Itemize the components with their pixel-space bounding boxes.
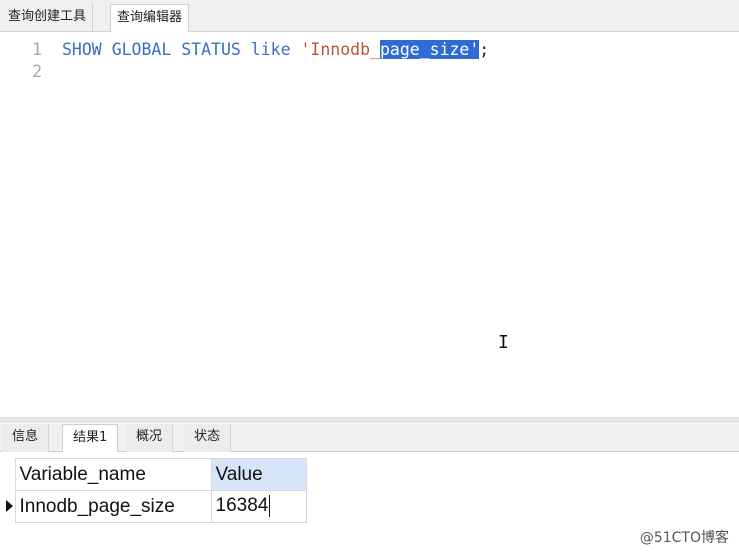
result-grid: Variable_name Value Innodb_page_size 163… <box>5 458 307 523</box>
watermark: @51CTO博客 <box>639 530 729 546</box>
row-header-corner <box>5 458 15 491</box>
cell-value-text: 16384 <box>215 495 269 517</box>
sql-editor[interactable]: 1 SHOW GLOBAL STATUS like 'Innodb_page_si… <box>0 33 739 417</box>
string-literal: Innodb_ <box>310 40 380 59</box>
selected-text: page_size' <box>379 40 480 59</box>
result-tab-strip: 信息 结果1 概况 状态 <box>0 422 739 453</box>
tab-status[interactable]: 状态 <box>184 424 232 452</box>
keyword-global: GLOBAL <box>111 40 172 59</box>
column-header-variable-name[interactable]: Variable_name <box>14 458 212 491</box>
result-grid-panel: Variable_name Value Innodb_page_size 163… <box>0 452 739 556</box>
row-indicator[interactable] <box>5 491 15 523</box>
tab-result-1[interactable]: 结果1 <box>62 424 119 453</box>
code-line-1[interactable]: 1 SHOW GLOBAL STATUS like 'Innodb_page_si… <box>0 39 489 61</box>
statement-terminator: ; <box>479 40 490 59</box>
editor-tab-strip: 查询创建工具 查询编辑器 <box>0 0 739 33</box>
string-quote-open: ' <box>300 40 311 59</box>
keyword-like: like <box>250 40 291 59</box>
keyword-status: STATUS <box>181 40 241 59</box>
tab-profile[interactable]: 概况 <box>126 424 174 452</box>
line-number: 2 <box>32 62 42 81</box>
keyword-show: SHOW <box>62 40 102 59</box>
cell-value[interactable]: 16384 <box>210 490 307 523</box>
tab-query-editor[interactable]: 查询编辑器 <box>110 4 190 33</box>
tab-messages[interactable]: 信息 <box>2 424 50 452</box>
tab-query-builder[interactable]: 查询创建工具 <box>2 4 94 32</box>
cell-variable-name[interactable]: Innodb_page_size <box>14 490 212 523</box>
line-number: 1 <box>32 40 42 59</box>
code-line-2[interactable]: 2 <box>0 61 62 83</box>
current-row-arrow-icon <box>6 499 14 512</box>
cell-edit-caret <box>269 495 271 518</box>
grid-header-row: Variable_name Value <box>5 458 307 491</box>
table-row[interactable]: Innodb_page_size 16384 <box>5 490 307 523</box>
text-cursor-icon: I <box>498 332 509 353</box>
column-header-value[interactable]: Value <box>210 458 307 491</box>
